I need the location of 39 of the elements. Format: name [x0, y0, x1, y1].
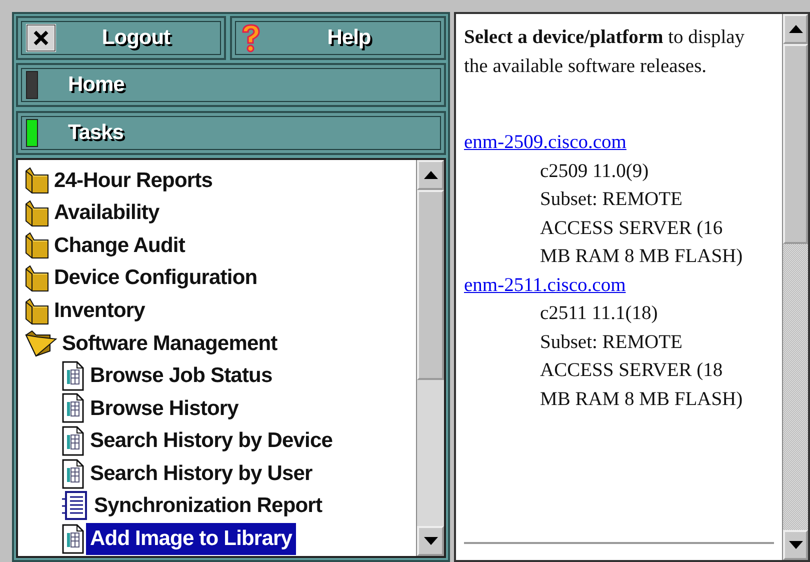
tree-item[interactable]: Device Configuration [50, 262, 262, 294]
scroll-down-button[interactable] [417, 526, 444, 556]
list-icon [60, 491, 90, 522]
document-icon [60, 360, 86, 391]
document-icon [60, 393, 86, 424]
up-arrow-icon [424, 171, 438, 179]
scroll-down-button[interactable] [783, 530, 808, 560]
tree-item[interactable]: Browse Job Status [86, 360, 276, 392]
question-mark-icon [240, 23, 262, 53]
tree-item[interactable]: Search History by User [86, 458, 316, 490]
scroll-up-button[interactable] [417, 160, 444, 190]
device-link[interactable]: enm-2509.cisco.com [464, 132, 626, 153]
document-icon [60, 458, 86, 489]
tree-item[interactable]: Search History by Device [86, 425, 337, 457]
document-icon [60, 524, 86, 554]
up-arrow-icon [788, 25, 802, 33]
image-version: c2509 11.0(9) [539, 160, 650, 184]
tree-item[interactable]: Inventory [50, 294, 149, 326]
document-icon [60, 426, 86, 456]
instruction-text: Select a device/platform to display the available software releases. [464, 26, 746, 78]
tree-item[interactable]: Software Management [58, 328, 282, 360]
down-arrow-icon [424, 537, 438, 545]
scrollbar-thumb[interactable] [783, 44, 808, 244]
close-icon [26, 24, 56, 52]
scroll-up-button[interactable] [783, 14, 808, 44]
tree-item[interactable]: Availability [50, 197, 164, 229]
tree-item[interactable]: 24-Hour Reports [50, 164, 217, 196]
image-version: c2511 11.1(18) [539, 302, 659, 326]
down-arrow-icon [788, 541, 802, 549]
indicator-icon [26, 71, 38, 99]
tree-item[interactable]: Change Audit [50, 230, 189, 262]
image-details: Subset: REMOTE ACCESS SERVER (18 MB RAM 8 MB FLASH) [540, 330, 744, 412]
tree-item[interactable]: Add Image to Library [86, 523, 296, 555]
indicator-icon [26, 119, 38, 147]
image-details: Subset: REMOTE ACCESS SERVER (16 MB RAM 8 MB FLASH) [540, 188, 744, 269]
device-link[interactable]: enm-2511.cisco.com [464, 274, 626, 296]
tree-item[interactable]: Synchronization Report [90, 490, 326, 522]
tree-item[interactable]: Browse History [86, 392, 242, 424]
scrollbar-thumb[interactable] [417, 190, 444, 380]
